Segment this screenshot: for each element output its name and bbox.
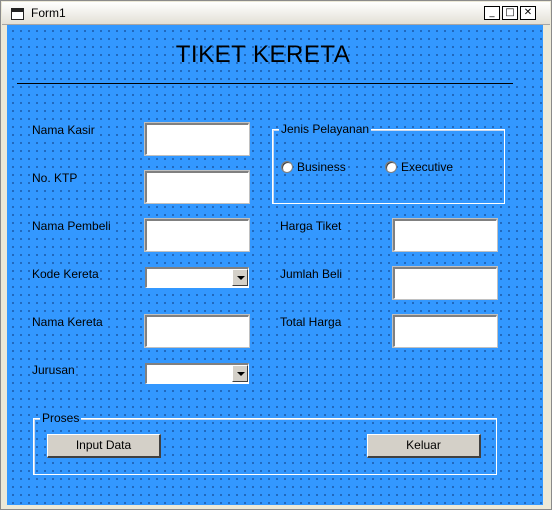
total-harga-input[interactable]: [392, 314, 498, 348]
window-title: Form1: [31, 6, 66, 20]
window-app-icon[interactable]: [11, 8, 24, 20]
chevron-down-icon[interactable]: [232, 269, 248, 286]
no-ktp-label: No. KTP: [31, 171, 79, 185]
kode-kereta-combo[interactable]: [145, 267, 249, 288]
input-data-button[interactable]: Input Data: [47, 434, 161, 458]
nama-pembeli-label: Nama Pembeli: [31, 219, 112, 233]
nama-kasir-label: Nama Kasir: [31, 123, 96, 137]
business-label[interactable]: Business: [296, 160, 347, 174]
nama-pembeli-input[interactable]: [144, 218, 250, 252]
harga-tiket-label: Harga Tiket: [279, 219, 343, 233]
minimize-button[interactable]: _: [484, 6, 500, 20]
executive-radio[interactable]: [385, 161, 397, 173]
harga-tiket-input[interactable]: [392, 218, 498, 252]
nama-kereta-label: Nama Kereta: [31, 315, 104, 329]
no-ktp-input[interactable]: [144, 170, 250, 204]
close-button[interactable]: ✕: [520, 6, 536, 20]
nama-kereta-input[interactable]: [144, 314, 250, 348]
nama-kasir-input[interactable]: [144, 122, 250, 156]
proses-caption: Proses: [40, 411, 82, 425]
jumlah-beli-label: Jumlah Beli: [279, 267, 344, 281]
total-harga-label: Total Harga: [279, 315, 343, 329]
kode-kereta-label: Kode Kereta: [31, 267, 100, 281]
jurusan-label: Jurusan: [31, 363, 76, 377]
form-heading: TIKET KERETA: [175, 41, 351, 68]
keluar-button[interactable]: Keluar: [367, 434, 481, 458]
form1-window: Form1 _ □ ✕ TIKET KERETA Nama Kasir No. …: [0, 0, 552, 510]
title-bar[interactable]: Form1 _ □ ✕: [2, 2, 550, 25]
jurusan-combo[interactable]: [145, 363, 249, 384]
jumlah-beli-input[interactable]: [392, 266, 498, 300]
form-client-area: TIKET KERETA Nama Kasir No. KTP Nama Pem…: [7, 25, 543, 505]
jenis-pelayanan-caption: Jenis Pelayanan: [279, 122, 372, 136]
chevron-down-icon[interactable]: [232, 365, 248, 382]
heading-divider: [17, 83, 513, 84]
executive-label[interactable]: Executive: [400, 160, 455, 174]
business-radio[interactable]: [281, 161, 293, 173]
maximize-button[interactable]: □: [502, 6, 518, 20]
